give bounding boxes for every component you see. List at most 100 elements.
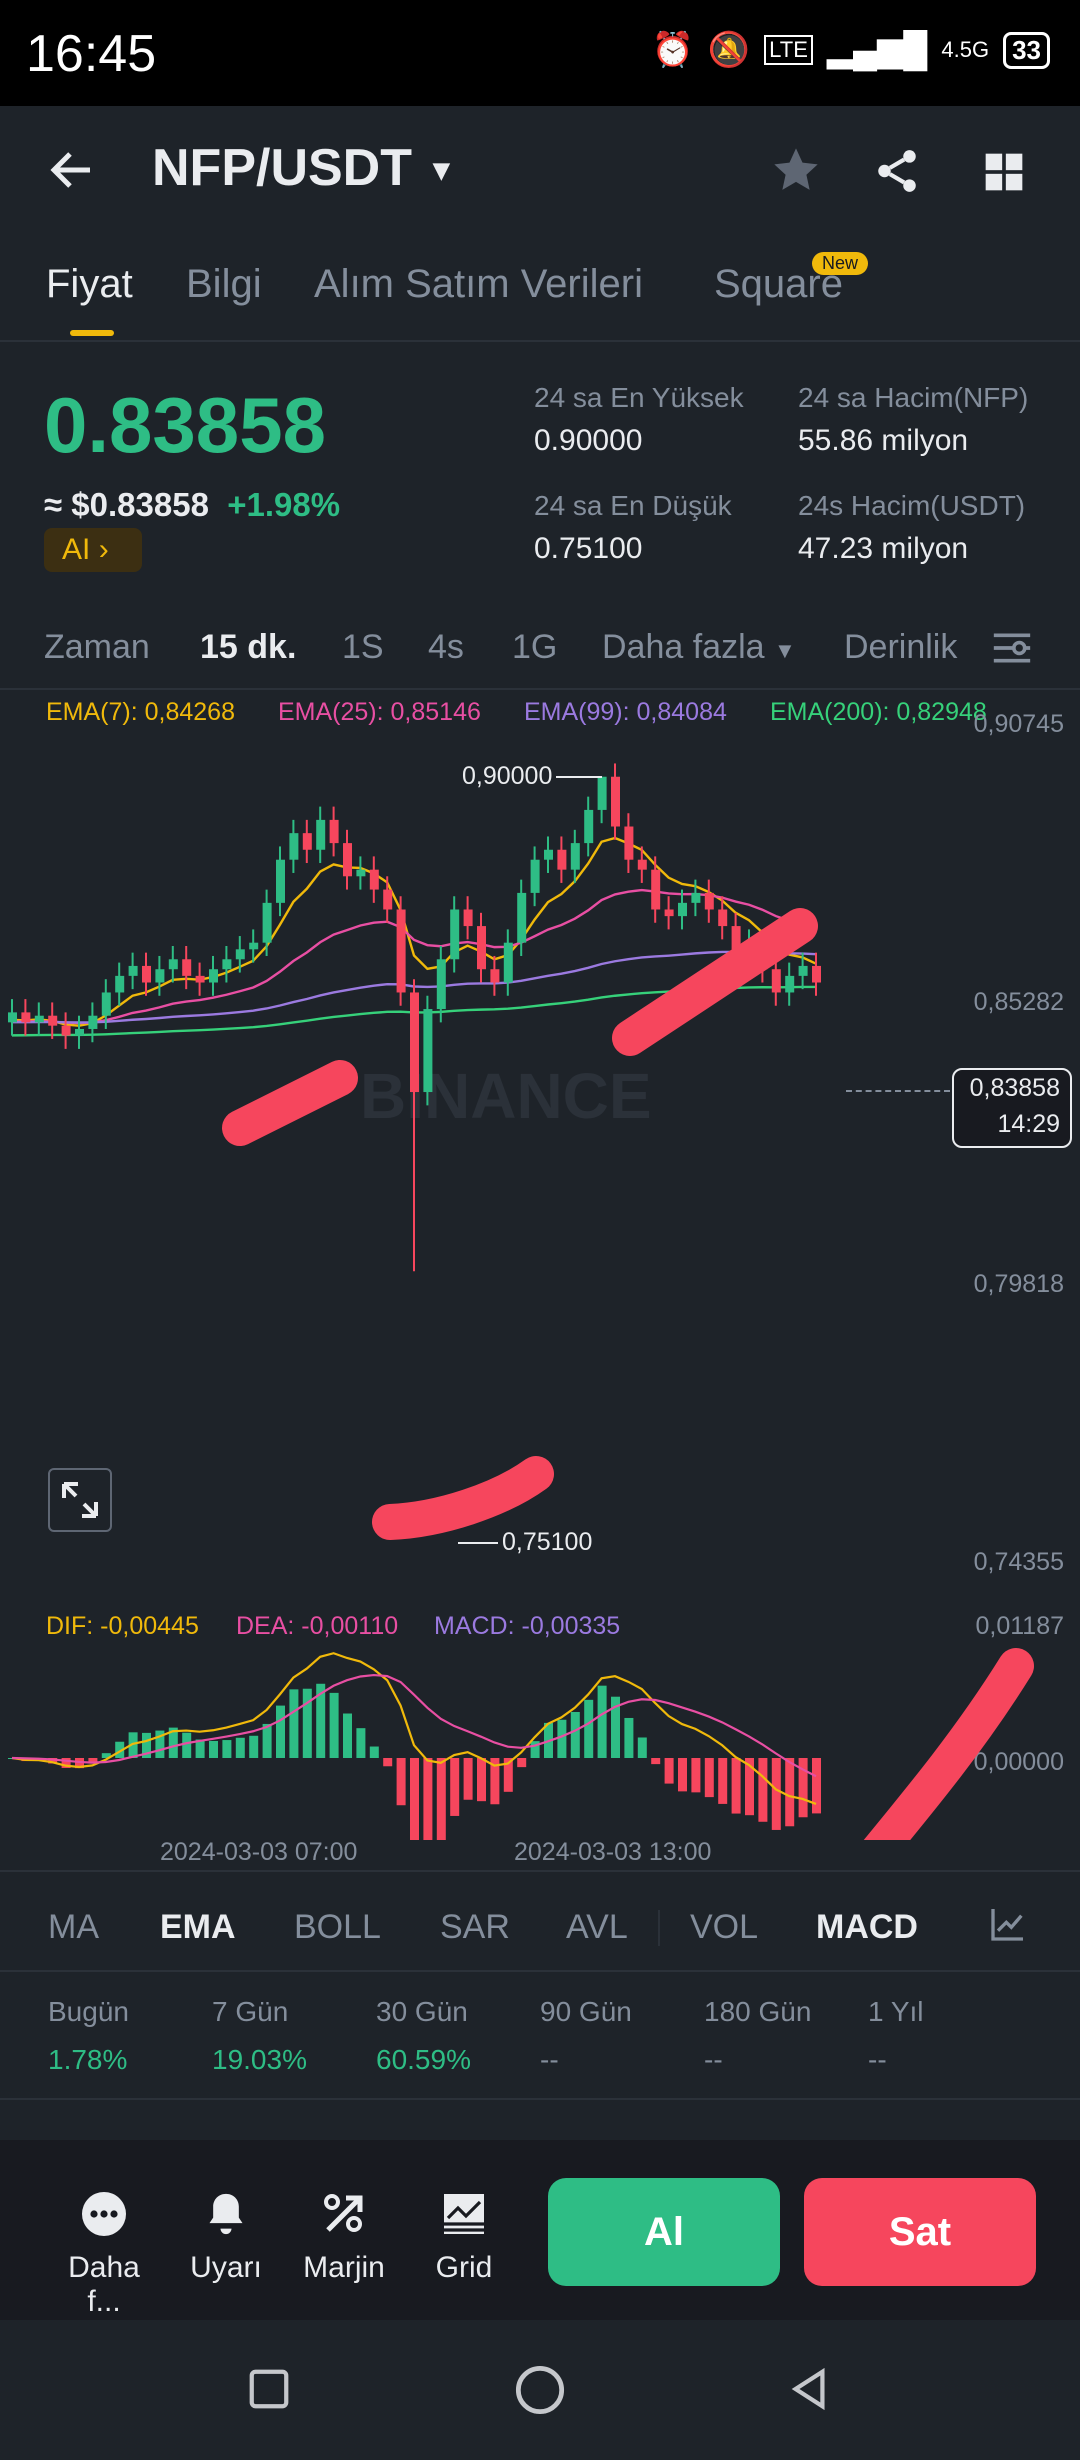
macd-bar [423, 1758, 433, 1840]
more-button[interactable]: Daha f... [54, 2190, 154, 2319]
timeframe-4h[interactable]: 4s [428, 628, 464, 667]
high-value: 0.90000 [534, 424, 643, 457]
candle-body [570, 843, 580, 870]
candlestick-chart[interactable]: BINANCE [0, 740, 960, 1580]
alert-button[interactable]: Uyarı [176, 2190, 276, 2285]
alarm-icon: ⏰ [651, 31, 694, 69]
candle-body [678, 902, 687, 917]
macd-bar [222, 1740, 232, 1758]
share-icon [878, 150, 916, 192]
macd-axis-label: 0,01187 [975, 1612, 1064, 1640]
fullscreen-button[interactable] [48, 1468, 112, 1532]
back-nav-icon[interactable] [786, 2366, 832, 2412]
perf-value: -- [704, 2044, 723, 2075]
sell-button[interactable]: Sat [804, 2178, 1036, 2286]
favorite-button[interactable] [770, 144, 822, 201]
candle-body [262, 902, 272, 943]
timeframe-1h[interactable]: 1S [342, 628, 384, 667]
candle-body [276, 859, 285, 903]
macd-bar [664, 1758, 674, 1784]
macd-bar [597, 1685, 607, 1758]
timeframe-depth[interactable]: Derinlik [844, 628, 957, 667]
candle-body [410, 992, 419, 1093]
macd-bar [369, 1746, 379, 1758]
current-price-line [846, 1090, 950, 1092]
indicator-boll[interactable]: BOLL [294, 1908, 381, 1947]
indicator-ema[interactable]: EMA [160, 1908, 236, 1947]
macd-bar [436, 1758, 446, 1840]
ai-button[interactable]: AI › [44, 528, 142, 572]
buy-button[interactable]: Al [548, 2178, 780, 2286]
vol-usdt-label: 24s Hacim(USDT) [798, 490, 1026, 521]
grid-menu-button[interactable] [982, 150, 1026, 199]
indicator-vol[interactable]: VOL [690, 1908, 758, 1947]
perf-label: Bugün [48, 1996, 129, 2027]
candle-body [450, 909, 460, 960]
timeframe-more[interactable]: Daha fazla ▼ [602, 628, 796, 667]
macd-bar [651, 1758, 661, 1765]
candle-body [128, 965, 138, 976]
status-bar: 16:45 ⏰ 🔕 LTE ▂▄▆█ 4.5G 33 [0, 0, 1080, 106]
pair-title[interactable]: NFP/USDT ▼ [152, 138, 456, 198]
usd-price: ≈ $0.83858 +1.98% [44, 486, 341, 523]
perf-label: 90 Gün [540, 1996, 632, 2027]
dropdown-caret-icon: ▼ [426, 154, 457, 188]
candle-body [611, 776, 620, 827]
back-button[interactable] [44, 142, 100, 203]
status-time: 16:45 [26, 25, 157, 83]
indicator-macd[interactable]: MACD [816, 1908, 918, 1947]
tab-trading-data[interactable]: Alım Satım Verileri [314, 262, 643, 307]
candle-body [383, 889, 393, 910]
candle-body [423, 1009, 433, 1093]
macd-bar [329, 1692, 339, 1758]
macd-bar [463, 1758, 473, 1800]
low-value: 0.75100 [534, 532, 643, 565]
vol-nfp-label: 24 sa Hacim(NFP) [798, 382, 1029, 413]
current-price-tag: 0,83858 14:29 [952, 1068, 1072, 1148]
candle-body [812, 965, 821, 983]
candle-body [249, 942, 259, 950]
expand-icon [62, 1482, 98, 1518]
macd-chart[interactable] [0, 1640, 1080, 1840]
indicator-avl[interactable]: AVL [566, 1908, 628, 1947]
candle-body [343, 843, 352, 877]
macd-bar [477, 1758, 486, 1802]
candle-body [155, 969, 165, 983]
system-nav-bar [0, 2330, 1080, 2460]
recents-icon[interactable] [246, 2366, 292, 2412]
macd-bar [235, 1737, 245, 1758]
share-button[interactable] [872, 146, 922, 201]
perf-value: -- [868, 2044, 887, 2075]
margin-button[interactable]: Marjin [294, 2190, 394, 2285]
caret-down-icon: ▼ [774, 638, 796, 663]
timeframe-zaman[interactable]: Zaman [44, 628, 150, 667]
candle-body [142, 965, 151, 983]
candle-body [75, 1028, 84, 1036]
ema25-legend: EMA(25): 0,85146 [278, 698, 481, 726]
macd-bar [302, 1688, 312, 1758]
indicator-settings-button[interactable] [988, 1904, 1028, 1949]
tab-fiyat[interactable]: Fiyat [46, 262, 133, 307]
indicator-sar[interactable]: SAR [440, 1908, 510, 1947]
candle-body [664, 909, 674, 917]
candle-body [302, 833, 312, 850]
timeframe-1d[interactable]: 1G [512, 628, 557, 667]
macd-histogram [8, 1683, 821, 1840]
macd-bar [182, 1732, 192, 1758]
timeframe-15m[interactable]: 15 dk. [200, 628, 296, 667]
macd-bar [517, 1758, 527, 1768]
candle-body [88, 1015, 98, 1029]
candle-body [61, 1025, 71, 1036]
status-icons: ⏰ 🔕 LTE ▂▄▆█ 4.5G 33 [651, 30, 1050, 70]
dif-legend: DIF: -0,00445 [46, 1612, 199, 1640]
perf-label: 30 Gün [376, 1996, 468, 2027]
candle-body [235, 949, 245, 960]
grid-button[interactable]: Grid [414, 2190, 514, 2285]
tab-bilgi[interactable]: Bilgi [186, 262, 262, 307]
indicator-ma[interactable]: MA [48, 1908, 99, 1947]
candle-body [115, 975, 125, 993]
chart-settings-button[interactable] [990, 628, 1034, 673]
settings-sliders-icon [993, 633, 1031, 663]
last-price: 0.83858 [44, 381, 326, 469]
home-icon[interactable] [514, 2364, 566, 2416]
